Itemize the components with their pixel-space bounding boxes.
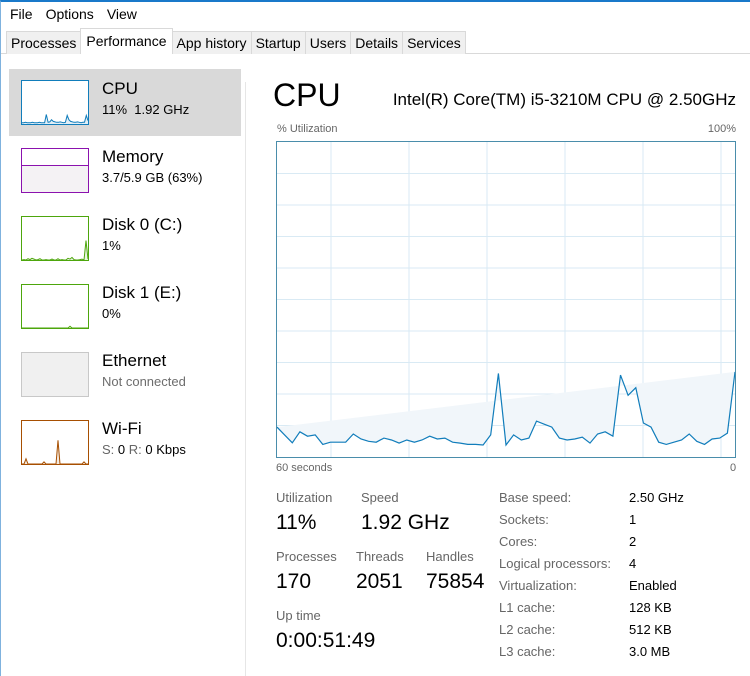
spec-value: 128 KB (629, 600, 672, 615)
receive-label: R: (128, 442, 142, 457)
disk0-thumbnail-graph (21, 216, 89, 261)
utilization-label: Utilization (276, 490, 333, 505)
sidebar-item-subtitle: 0% (102, 306, 121, 321)
tab-app-history[interactable]: App history (171, 31, 252, 54)
handles-value: 75854 (426, 570, 485, 593)
sidebar-item-title: Disk 1 (E:) (102, 283, 182, 302)
sidebar-item-subtitle: Not connected (102, 374, 186, 389)
spec-label: Virtualization: (499, 578, 577, 593)
memory-usage-fill (22, 164, 88, 192)
tab-details[interactable]: Details (350, 31, 404, 54)
memory-thumbnail-graph (21, 148, 89, 193)
sidebar-item-title: Ethernet (102, 351, 167, 370)
speed-value: 1.92 GHz (361, 511, 450, 534)
sidebar-item-memory[interactable]: Memory 3.7/5.9 GB (63%) (9, 137, 241, 204)
uptime-value: 0:00:51:49 (276, 629, 376, 652)
spec-value: 1 (629, 512, 637, 527)
spec-label: Cores: (499, 534, 538, 549)
spec-value: Enabled (629, 578, 677, 593)
send-value: 0 (117, 442, 126, 457)
thumbnail-line (22, 440, 88, 464)
spec-label: L3 cache: (499, 644, 556, 659)
speed-label: Speed (361, 490, 399, 505)
tab-bar: Processes Performance App history Startu… (1, 28, 750, 54)
cpu-model-name: Intel(R) Core(TM) i5-3210M CPU @ 2.50GHz (392, 90, 736, 109)
sidebar-item-subtitle: 1% (102, 238, 121, 253)
spec-value: 2 (629, 534, 637, 549)
sidebar-item-wifi[interactable]: Wi-Fi S: 0 R: 0 Kbps (9, 409, 241, 476)
wifi-thumbnail-graph (21, 420, 89, 465)
thumbnail-line (22, 113, 88, 124)
sidebar-item-subtitle: S: 0 R: 0 Kbps (102, 442, 186, 457)
thumbnail-area (22, 240, 88, 260)
threads-label: Threads (356, 549, 404, 564)
task-manager-window: File Options View Processes Performance … (0, 0, 750, 676)
y-axis-max-label: 100% (707, 123, 736, 135)
spec-value: 4 (629, 556, 637, 571)
menu-file[interactable]: File (10, 6, 33, 22)
spec-label: L1 cache: (499, 600, 556, 615)
spec-value: 3.0 MB (629, 644, 671, 659)
processes-label: Processes (276, 549, 337, 564)
sidebar-item-title: CPU (102, 79, 138, 98)
sidebar-divider (245, 82, 246, 676)
sidebar-item-title: Memory (102, 147, 164, 166)
cpu-area-fill (277, 371, 735, 445)
x-axis-left-label: 60 seconds (276, 462, 333, 474)
sidebar-item-subtitle: 11% 1.92 GHz (102, 102, 190, 117)
tab-processes[interactable]: Processes (6, 31, 82, 54)
thumbnail-line (22, 240, 88, 260)
spec-value: 512 KB (629, 622, 672, 637)
receive-value: 0 Kbps (145, 442, 186, 457)
cpu-utilization-chart (276, 141, 736, 458)
tab-services[interactable]: Services (402, 31, 466, 54)
menu-options[interactable]: Options (46, 6, 94, 22)
handles-label: Handles (426, 549, 474, 564)
page-title: CPU (273, 77, 341, 113)
tab-users[interactable]: Users (304, 31, 352, 54)
uptime-label: Up time (276, 608, 321, 623)
threads-value: 2051 (356, 570, 403, 593)
y-axis-label: % Utilization (277, 123, 338, 135)
sidebar-item-cpu[interactable]: CPU 11% 1.92 GHz (9, 69, 241, 136)
sidebar-item-title: Disk 0 (C:) (102, 215, 183, 234)
sidebar-item-ethernet[interactable]: Ethernet Not connected (9, 341, 241, 408)
chart-svg (277, 142, 735, 457)
thumbnail-line (22, 325, 88, 328)
spec-label: Base speed: (499, 490, 572, 505)
spec-label: L2 cache: (499, 622, 556, 637)
sidebar-item-disk-0[interactable]: Disk 0 (C:) 1% (9, 205, 241, 272)
spec-label: Sockets: (499, 512, 549, 527)
disk1-thumbnail-graph (21, 284, 89, 329)
tab-startup[interactable]: Startup (250, 31, 306, 54)
resource-sidebar: CPU 11% 1.92 GHz Memory 3.7/5.9 GB (63%)… (1, 55, 245, 676)
cpu-detail-panel: CPU Intel(R) Core(TM) i5-3210M CPU @ 2.5… (256, 55, 750, 676)
sidebar-item-disk-1[interactable]: Disk 1 (E:) 0% (9, 273, 241, 340)
menu-bar: File Options View (1, 2, 750, 26)
x-axis-right-label: 0 (730, 462, 737, 474)
send-label: S: (102, 442, 115, 457)
menu-view[interactable]: View (107, 6, 137, 22)
processes-value: 170 (276, 570, 312, 593)
utilization-value: 11% (276, 511, 317, 534)
cpu-thumbnail-graph (21, 80, 89, 125)
spec-value: 2.50 GHz (629, 490, 684, 505)
thumbnail-area (22, 440, 88, 464)
sidebar-item-subtitle: 3.7/5.9 GB (63%) (102, 170, 203, 185)
ethernet-thumbnail-graph (21, 352, 89, 397)
spec-label: Logical processors: (499, 556, 611, 571)
tab-performance[interactable]: Performance (80, 28, 173, 54)
sidebar-item-title: Wi-Fi (102, 419, 142, 438)
